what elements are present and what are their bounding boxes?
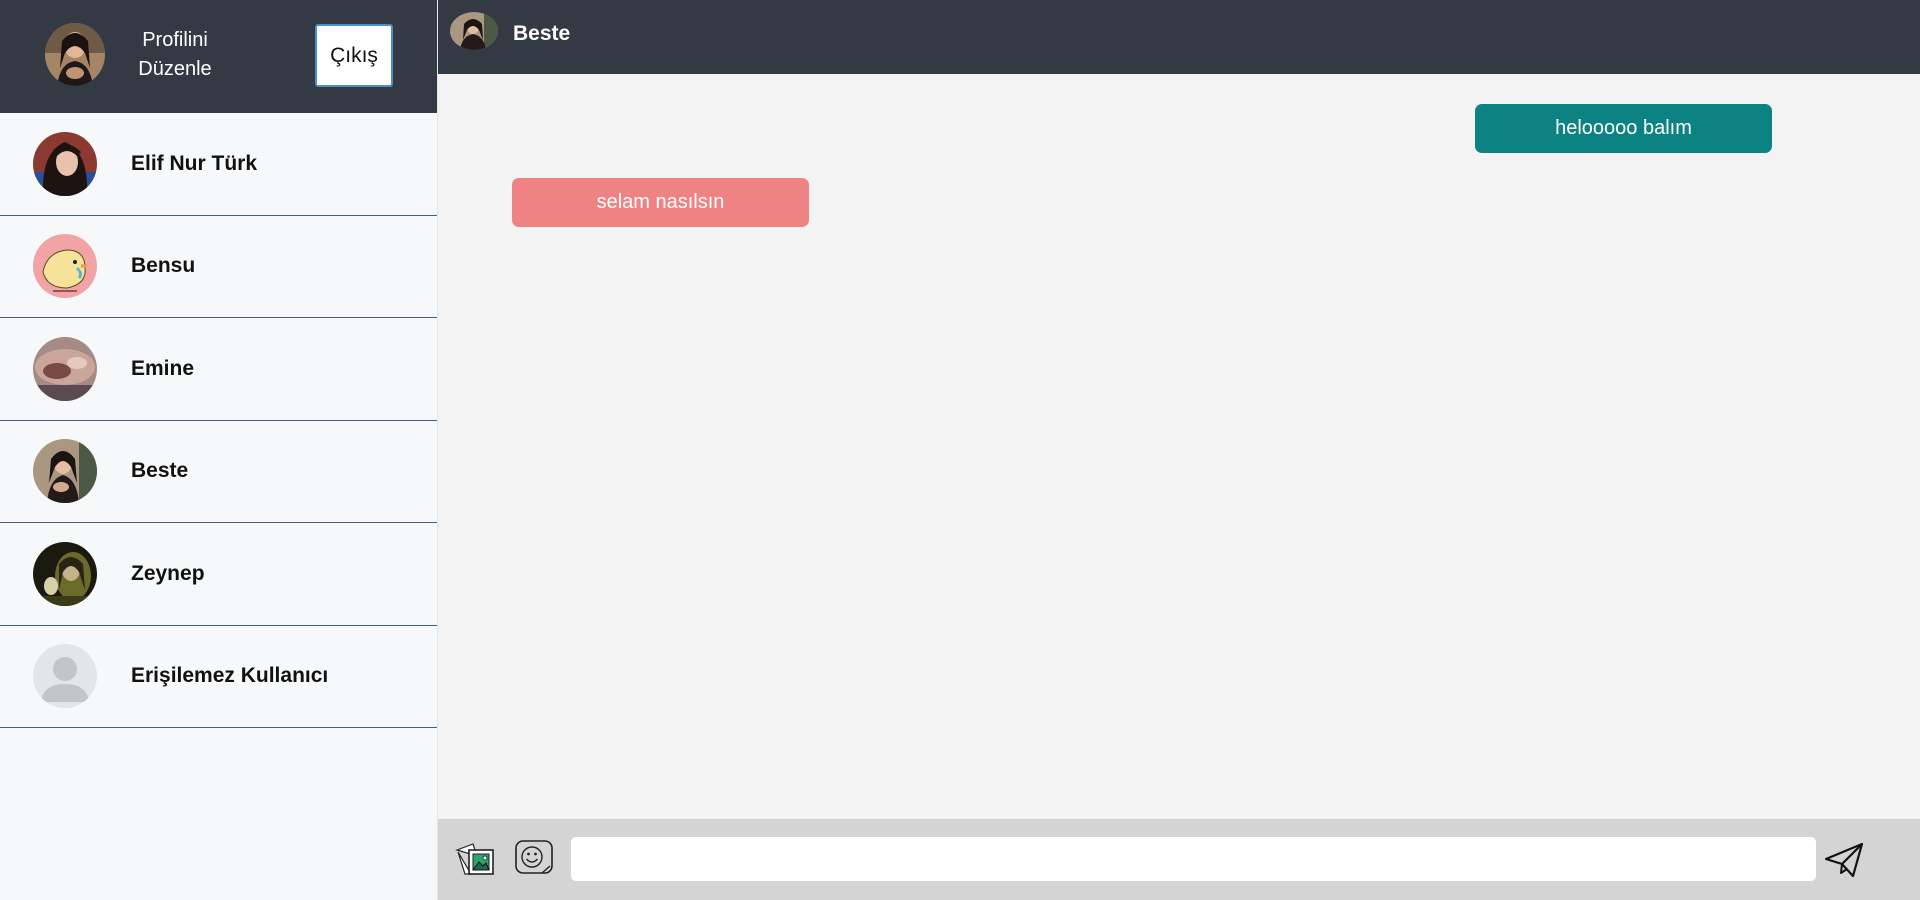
- contact-item-emine[interactable]: Emine: [0, 318, 437, 421]
- contact-item-erisilemez-kullanici[interactable]: Erişilemez Kullanıcı: [0, 626, 437, 728]
- sidebar-header: Profilini Düzenle Çıkış: [0, 0, 437, 113]
- message-bubble-sent: helooooo balım: [1475, 104, 1772, 153]
- emoji-icon[interactable]: [512, 838, 556, 878]
- chat-panel: Beste helooooo balım selam nasılsın: [438, 0, 1920, 900]
- edit-profile-line1: Profilini: [142, 29, 208, 51]
- contact-name: Beste: [131, 459, 189, 483]
- message-composer: [438, 819, 1920, 900]
- contact-avatar: [33, 439, 97, 504]
- contact-name: Bensu: [131, 254, 196, 278]
- contact-name: Zeynep: [131, 561, 205, 585]
- logout-button[interactable]: Çıkış: [315, 24, 393, 87]
- image-upload-icon[interactable]: [455, 838, 499, 878]
- contact-avatar: [33, 131, 97, 196]
- chat-partner-avatar[interactable]: [450, 12, 498, 50]
- contact-avatar: [33, 336, 97, 401]
- my-avatar[interactable]: [45, 23, 105, 86]
- contact-item-beste[interactable]: Beste: [0, 421, 437, 523]
- contact-item-bensu[interactable]: Bensu: [0, 216, 437, 318]
- contact-item-zeynep[interactable]: Zeynep: [0, 523, 437, 626]
- message-bubble-received: selam nasılsın: [512, 178, 809, 227]
- sidebar: Profilini Düzenle Çıkış Elif Nur Türk Be…: [0, 0, 438, 900]
- contact-name: Erişilemez Kullanıcı: [131, 664, 329, 688]
- edit-profile-link[interactable]: Profilini Düzenle: [125, 26, 225, 84]
- edit-profile-line2: Düzenle: [138, 58, 212, 80]
- chat-partner-name: Beste: [513, 22, 571, 45]
- message-list[interactable]: helooooo balım selam nasılsın: [438, 74, 1920, 819]
- message-input[interactable]: [571, 837, 1816, 881]
- send-icon[interactable]: [1814, 837, 1874, 883]
- contact-avatar: [33, 234, 97, 299]
- chat-header: Beste: [438, 0, 1920, 74]
- default-user-icon: [33, 644, 97, 709]
- contact-name: Emine: [131, 356, 195, 380]
- contact-name: Elif Nur Türk: [131, 151, 258, 175]
- contact-item-elif-nur-turk[interactable]: Elif Nur Türk: [0, 113, 437, 216]
- contact-avatar: [33, 541, 97, 606]
